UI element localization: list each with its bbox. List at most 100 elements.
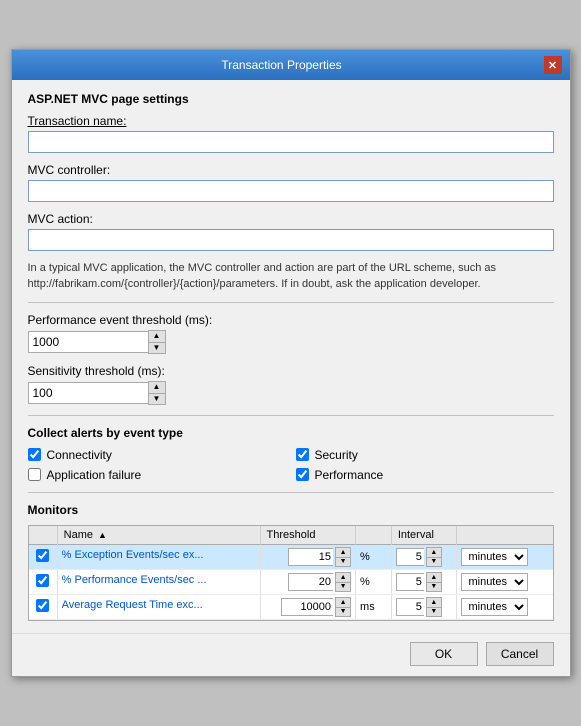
row2-interval-down[interactable]: ▼ (427, 582, 441, 591)
row1-threshold-down[interactable]: ▼ (336, 557, 350, 566)
close-button[interactable]: ✕ (544, 56, 562, 74)
divider-1 (28, 302, 554, 303)
row2-interval-unit-select[interactable]: minutes hours seconds (461, 573, 528, 591)
row1-interval-up[interactable]: ▲ (427, 548, 441, 557)
row2-threshold-down[interactable]: ▼ (336, 582, 350, 591)
sensitivity-input[interactable] (28, 382, 148, 404)
alerts-section: Collect alerts by event type Connectivit… (28, 426, 554, 482)
row1-interval-group: ▲ ▼ (396, 547, 453, 567)
col-header-threshold: Threshold (260, 526, 355, 545)
transaction-name-label: Transaction name: (28, 114, 554, 128)
col-header-interval-unit (457, 526, 553, 545)
row2-name-cell: % Performance Events/sec ... (57, 569, 260, 594)
col-header-check (29, 526, 58, 545)
mvc-action-input[interactable] (28, 229, 554, 251)
table-header-row: Name ▲ Threshold Interval (29, 526, 553, 545)
row2-interval-cell: ▲ ▼ (391, 569, 457, 594)
transaction-name-label-text: ransaction name: (34, 114, 126, 128)
monitors-section: Monitors Name ▲ Threshold Interval (28, 503, 554, 621)
row3-threshold-spinner: ▲ ▼ (335, 597, 351, 617)
mvc-controller-input[interactable] (28, 180, 554, 202)
row3-threshold-up[interactable]: ▲ (336, 598, 350, 607)
row2-interval-up[interactable]: ▲ (427, 573, 441, 582)
sensitivity-up-button[interactable]: ▲ (149, 382, 165, 393)
checkbox-app-failure: Application failure (28, 468, 286, 482)
ok-button[interactable]: OK (410, 642, 478, 666)
row2-threshold-up[interactable]: ▲ (336, 573, 350, 582)
row1-threshold-input[interactable] (288, 548, 333, 566)
col-header-name[interactable]: Name ▲ (57, 526, 260, 545)
divider-2 (28, 415, 554, 416)
row3-threshold-down[interactable]: ▼ (336, 607, 350, 616)
row1-checkbox[interactable] (36, 549, 49, 562)
row1-threshold-spinner: ▲ ▼ (335, 547, 351, 567)
dialog-body: ASP.NET MVC page settings Transaction na… (12, 80, 570, 633)
row2-threshold-group: ▲ ▼ (265, 572, 351, 592)
row3-threshold-group: ▲ ▼ (265, 597, 351, 617)
row1-threshold-group: ▲ ▼ (265, 547, 351, 567)
row3-interval-up[interactable]: ▲ (427, 598, 441, 607)
perf-threshold-label: Performance event threshold (ms): (28, 313, 554, 327)
row3-interval-cell: ▲ ▼ (391, 594, 457, 619)
perf-threshold-input[interactable] (28, 331, 148, 353)
row2-threshold-spinner: ▲ ▼ (335, 572, 351, 592)
cancel-button[interactable]: Cancel (486, 642, 554, 666)
name-sort-icon: ▲ (98, 530, 107, 540)
app-failure-checkbox[interactable] (28, 468, 41, 481)
app-failure-label: Application failure (47, 468, 142, 482)
security-checkbox[interactable] (296, 448, 309, 461)
transaction-name-group: Transaction name: (28, 114, 554, 153)
monitors-tbody: % Exception Events/sec ex... ▲ ▼ (29, 544, 553, 619)
transaction-name-input[interactable] (28, 131, 554, 153)
row3-interval-unit-select[interactable]: minutes hours seconds (461, 598, 528, 616)
row3-threshold-input[interactable] (281, 598, 333, 616)
mvc-info-text: In a typical MVC application, the MVC co… (28, 261, 554, 292)
row2-interval-unit-cell: minutes hours seconds (457, 569, 553, 594)
table-row[interactable]: % Performance Events/sec ... ▲ ▼ (29, 569, 553, 594)
connectivity-checkbox[interactable] (28, 448, 41, 461)
row3-check-cell (29, 594, 58, 619)
checkbox-performance: Performance (296, 468, 554, 482)
transaction-properties-dialog: Transaction Properties ✕ ASP.NET MVC pag… (11, 49, 571, 677)
perf-threshold-group: Performance event threshold (ms): ▲ ▼ (28, 313, 554, 354)
mvc-controller-group: MVC controller: (28, 163, 554, 202)
table-row[interactable]: Average Request Time exc... ▲ ▼ (29, 594, 553, 619)
monitors-table: Name ▲ Threshold Interval (29, 526, 553, 620)
row2-interval-spinner: ▲ ▼ (426, 572, 442, 592)
mvc-action-label: MVC action: (28, 212, 554, 226)
row3-checkbox[interactable] (36, 599, 49, 612)
perf-threshold-down-button[interactable]: ▼ (149, 342, 165, 353)
sensitivity-down-button[interactable]: ▼ (149, 393, 165, 404)
dialog-title: Transaction Properties (20, 58, 544, 72)
performance-label: Performance (315, 468, 384, 482)
row1-interval-unit-select[interactable]: minutes hours seconds (461, 548, 528, 566)
row2-check-cell (29, 569, 58, 594)
row3-interval-down[interactable]: ▼ (427, 607, 441, 616)
row1-threshold-up[interactable]: ▲ (336, 548, 350, 557)
row2-threshold-input[interactable] (288, 573, 333, 591)
sensitivity-label: Sensitivity threshold (ms): (28, 364, 554, 378)
table-row[interactable]: % Exception Events/sec ex... ▲ ▼ (29, 544, 553, 569)
checkbox-connectivity: Connectivity (28, 448, 286, 462)
row1-interval-input[interactable] (396, 548, 424, 566)
row1-unit-cell: % (356, 544, 392, 569)
row3-unit-cell: ms (356, 594, 392, 619)
row1-name-text: % Exception Events/sec ex... (62, 549, 204, 561)
performance-checkbox[interactable] (296, 468, 309, 481)
row3-interval-unit-cell: minutes hours seconds (457, 594, 553, 619)
row3-name-cell: Average Request Time exc... (57, 594, 260, 619)
row2-interval-input[interactable] (396, 573, 424, 591)
security-label: Security (315, 448, 358, 462)
row2-checkbox[interactable] (36, 574, 49, 587)
col-header-interval: Interval (391, 526, 457, 545)
row1-interval-down[interactable]: ▼ (427, 557, 441, 566)
sensitivity-spinner-buttons: ▲ ▼ (148, 381, 166, 405)
monitors-title: Monitors (28, 503, 554, 517)
row1-interval-unit-cell: minutes hours seconds (457, 544, 553, 569)
row3-interval-input[interactable] (396, 598, 424, 616)
perf-threshold-up-button[interactable]: ▲ (149, 331, 165, 342)
alerts-checkbox-grid: Connectivity Security Application failur… (28, 448, 554, 482)
row3-interval-group: ▲ ▼ (396, 597, 453, 617)
mvc-action-group: MVC action: (28, 212, 554, 251)
mvc-controller-label: MVC controller: (28, 163, 554, 177)
